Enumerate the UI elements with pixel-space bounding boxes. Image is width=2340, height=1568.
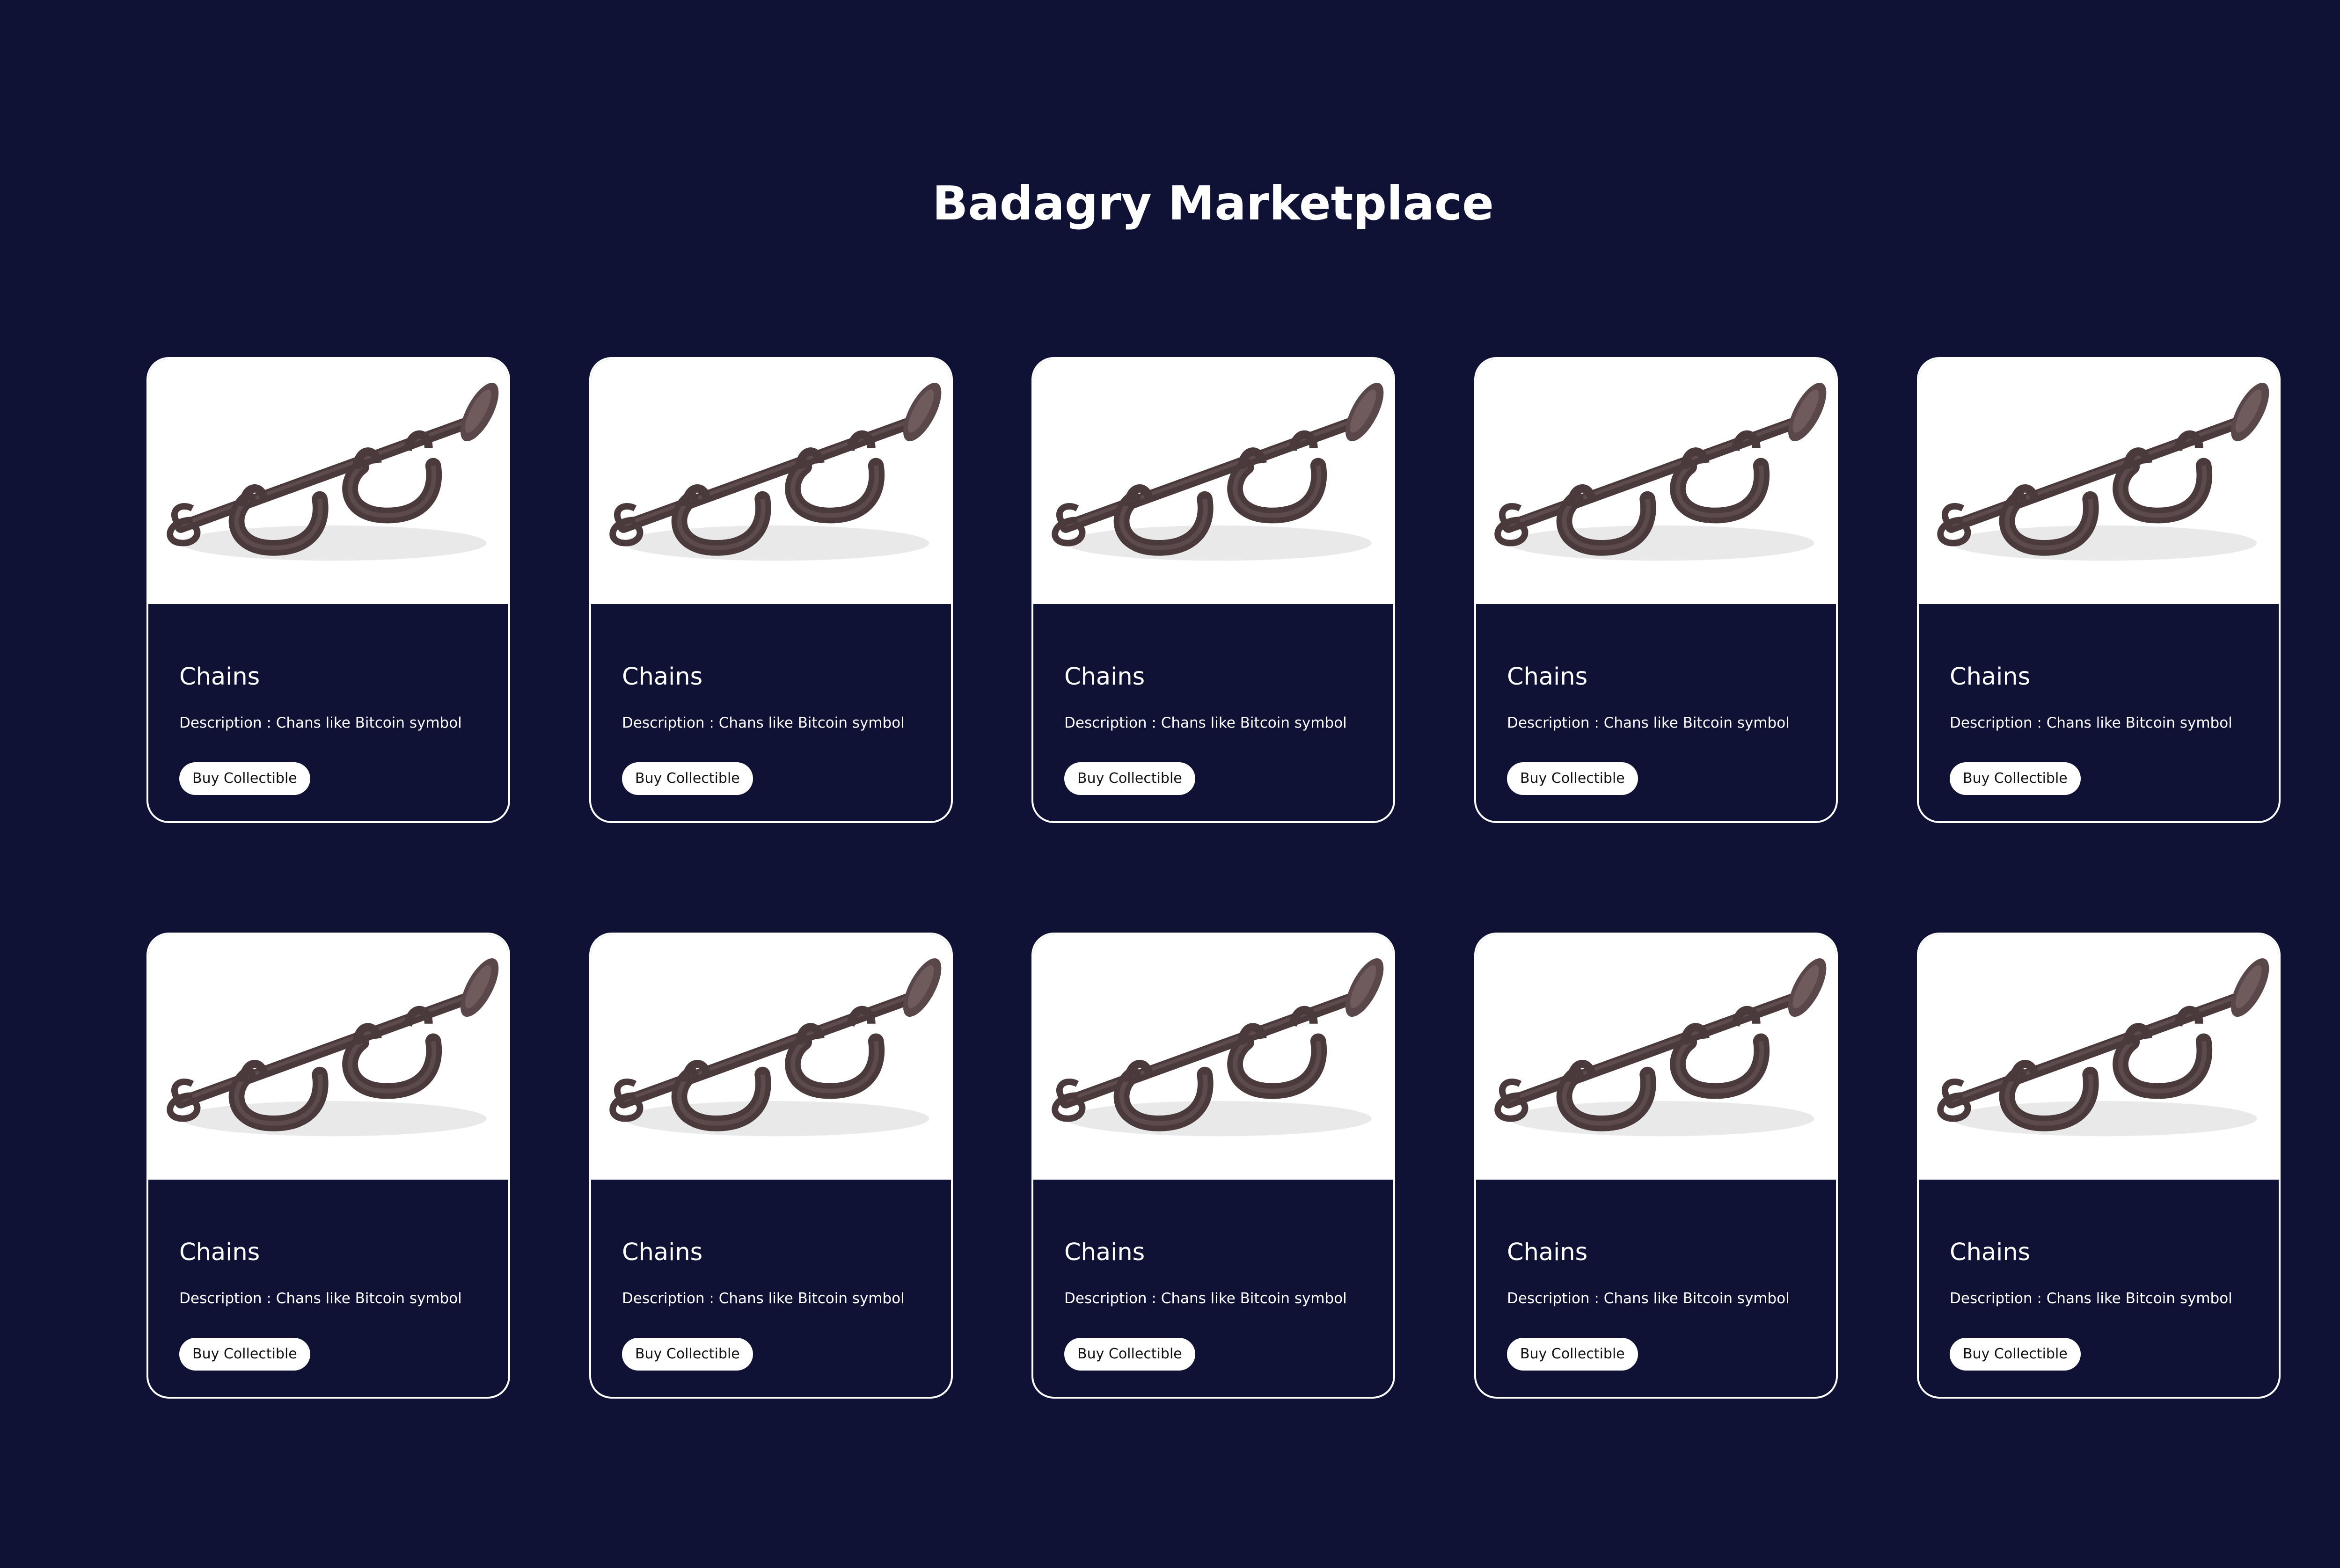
collectible-card: Chains Description : Chans like Bitcoin … — [1474, 357, 1838, 823]
card-description: Description : Chans like Bitcoin symbol — [1064, 713, 1347, 733]
card-title: Chains — [1507, 663, 1588, 691]
collectible-card: Chains Description : Chans like Bitcoin … — [1031, 357, 1395, 823]
collectible-card: Chains Description : Chans like Bitcoin … — [1474, 933, 1838, 1399]
description-label: Description : — [1950, 1290, 2047, 1307]
buy-collectible-button[interactable]: Buy Collectible — [1064, 762, 1195, 795]
card-description: Description : Chans like Bitcoin symbol — [1064, 1288, 1347, 1309]
description-text: Chans like Bitcoin symbol — [718, 1290, 905, 1307]
card-title: Chains — [179, 1239, 260, 1266]
chains-image — [1919, 359, 2279, 604]
collectible-card: Chains Description : Chans like Bitcoin … — [146, 357, 510, 823]
description-label: Description : — [1950, 715, 2047, 731]
buy-collectible-button[interactable]: Buy Collectible — [622, 762, 753, 795]
buy-collectible-button[interactable]: Buy Collectible — [179, 1338, 310, 1371]
description-label: Description : — [622, 1290, 719, 1307]
description-label: Description : — [1507, 1290, 1604, 1307]
chains-image — [1476, 934, 1836, 1180]
card-title: Chains — [1950, 663, 2031, 691]
chains-image — [591, 359, 951, 604]
description-label: Description : — [1064, 1290, 1161, 1307]
description-text: Chans like Bitcoin symbol — [276, 715, 462, 731]
chains-image — [148, 934, 508, 1180]
collectible-card: Chains Description : Chans like Bitcoin … — [589, 933, 953, 1399]
buy-collectible-button[interactable]: Buy Collectible — [622, 1338, 753, 1371]
description-text: Chans like Bitcoin symbol — [1161, 1290, 1347, 1307]
description-label: Description : — [1064, 715, 1161, 731]
card-title: Chains — [179, 663, 260, 691]
description-text: Chans like Bitcoin symbol — [1603, 715, 1790, 731]
card-description: Description : Chans like Bitcoin symbol — [1507, 1288, 1790, 1309]
card-title: Chains — [1064, 1239, 1145, 1266]
chains-image — [1919, 934, 2279, 1180]
description-label: Description : — [179, 715, 276, 731]
buy-collectible-button[interactable]: Buy Collectible — [1064, 1338, 1195, 1371]
buy-collectible-button[interactable]: Buy Collectible — [1950, 1338, 2081, 1371]
collectible-card: Chains Description : Chans like Bitcoin … — [1031, 933, 1395, 1399]
page-title: Badagry Marketplace — [932, 176, 1494, 231]
collectible-card: Chains Description : Chans like Bitcoin … — [1917, 357, 2281, 823]
description-text: Chans like Bitcoin symbol — [2046, 715, 2232, 731]
card-description: Description : Chans like Bitcoin symbol — [1950, 1288, 2232, 1309]
buy-collectible-button[interactable]: Buy Collectible — [1950, 762, 2081, 795]
chains-image — [1033, 934, 1393, 1180]
buy-collectible-button[interactable]: Buy Collectible — [179, 762, 310, 795]
collectible-card: Chains Description : Chans like Bitcoin … — [589, 357, 953, 823]
card-description: Description : Chans like Bitcoin symbol — [179, 713, 462, 733]
description-label: Description : — [622, 715, 719, 731]
chains-image — [148, 359, 508, 604]
chains-image — [1476, 359, 1836, 604]
collectible-card: Chains Description : Chans like Bitcoin … — [146, 933, 510, 1399]
chains-image — [591, 934, 951, 1180]
description-text: Chans like Bitcoin symbol — [1603, 1290, 1790, 1307]
description-text: Chans like Bitcoin symbol — [276, 1290, 462, 1307]
buy-collectible-button[interactable]: Buy Collectible — [1507, 762, 1638, 795]
description-label: Description : — [1507, 715, 1604, 731]
card-title: Chains — [1064, 663, 1145, 691]
card-description: Description : Chans like Bitcoin symbol — [1507, 713, 1790, 733]
card-description: Description : Chans like Bitcoin symbol — [622, 1288, 905, 1309]
card-title: Chains — [1507, 1239, 1588, 1266]
card-title: Chains — [622, 1239, 703, 1266]
card-description: Description : Chans like Bitcoin symbol — [1950, 713, 2232, 733]
buy-collectible-button[interactable]: Buy Collectible — [1507, 1338, 1638, 1371]
description-text: Chans like Bitcoin symbol — [718, 715, 905, 731]
description-text: Chans like Bitcoin symbol — [1161, 715, 1347, 731]
card-description: Description : Chans like Bitcoin symbol — [622, 713, 905, 733]
card-title: Chains — [622, 663, 703, 691]
chains-image — [1033, 359, 1393, 604]
description-label: Description : — [179, 1290, 276, 1307]
card-title: Chains — [1950, 1239, 2031, 1266]
collectible-card: Chains Description : Chans like Bitcoin … — [1917, 933, 2281, 1399]
card-description: Description : Chans like Bitcoin symbol — [179, 1288, 462, 1309]
description-text: Chans like Bitcoin symbol — [2046, 1290, 2232, 1307]
